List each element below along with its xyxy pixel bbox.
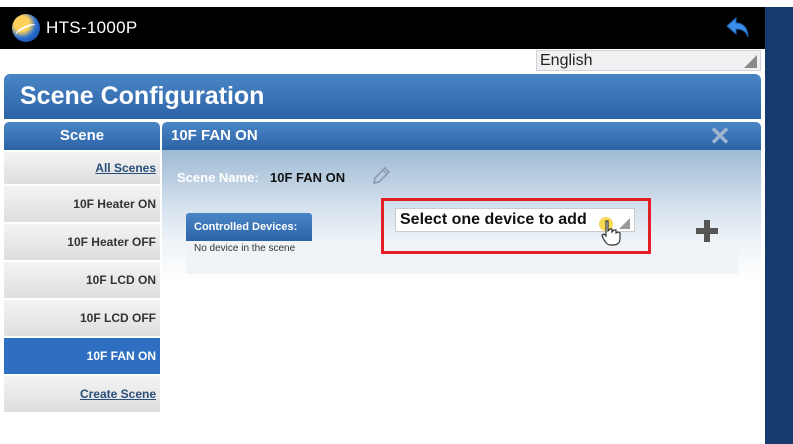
scene-detail-panel: 10F FAN ON ✕ Scene Name: 10F FAN ON Cont…: [162, 122, 761, 282]
top-margin: [0, 0, 765, 7]
panel-title: 10F FAN ON: [171, 127, 258, 144]
back-arrow-icon[interactable]: [725, 15, 751, 41]
pencil-icon[interactable]: [370, 165, 392, 187]
sidebar-item-all-scenes[interactable]: All Scenes: [4, 152, 160, 184]
add-device-icon[interactable]: [696, 220, 718, 242]
language-bar: English: [0, 49, 765, 73]
language-select-value: English: [540, 52, 593, 69]
sidebar-item-10f-heater-off[interactable]: 10F Heater OFF: [4, 224, 160, 260]
app-bar: HTS-1000P: [0, 7, 765, 49]
language-select[interactable]: English: [536, 50, 761, 71]
sidebar-item-create-scene[interactable]: Create Scene: [4, 376, 160, 412]
page-title: Scene Configuration: [4, 74, 761, 119]
panel-header: 10F FAN ON ✕: [162, 122, 761, 150]
right-frame: [765, 0, 793, 444]
dropdown-arrow-icon: [744, 55, 757, 68]
sidebar-header: Scene: [4, 122, 160, 150]
scene-sidebar: Scene All Scenes 10F Heater ON 10F Heate…: [4, 122, 160, 412]
sidebar-item-10f-lcd-on[interactable]: 10F LCD ON: [4, 262, 160, 298]
right-frame-top: [765, 0, 793, 7]
hand-cursor-icon: [599, 217, 621, 246]
scene-name-label: Scene Name:: [177, 170, 259, 185]
panel-body: Scene Name: 10F FAN ON Controlled Device…: [162, 150, 761, 280]
sidebar-item-10f-heater-on[interactable]: 10F Heater ON: [4, 186, 160, 222]
controlled-devices-tab: Controlled Devices:: [186, 213, 312, 241]
sidebar-item-10f-lcd-off[interactable]: 10F LCD OFF: [4, 300, 160, 336]
close-icon[interactable]: ✕: [709, 123, 731, 149]
app-title: HTS-1000P: [46, 18, 138, 37]
no-device-text: No device in the scene: [194, 243, 296, 254]
app-logo-icon: [12, 14, 40, 42]
sidebar-item-10f-fan-on[interactable]: 10F FAN ON: [4, 338, 160, 374]
scene-name-value: 10F FAN ON: [270, 170, 346, 185]
